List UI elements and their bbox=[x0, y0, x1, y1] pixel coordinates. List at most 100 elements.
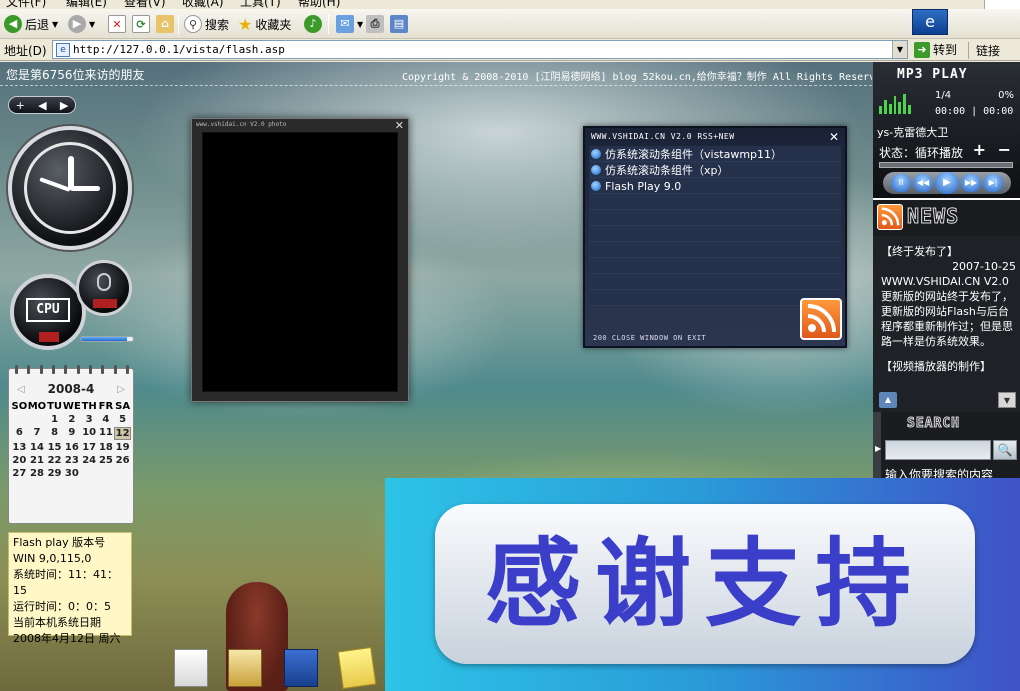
calendar-day[interactable]: 8 bbox=[46, 427, 63, 440]
volume-control[interactable]: + − bbox=[973, 140, 1014, 159]
address-input[interactable]: e http://127.0.0.1/vista/flash.asp ▼ bbox=[52, 40, 908, 59]
calendar-day[interactable]: 28 bbox=[28, 468, 46, 479]
calendar-day[interactable]: 10 bbox=[81, 427, 98, 440]
calendar-today[interactable]: 12 bbox=[114, 427, 131, 440]
play-button[interactable]: ▶ bbox=[935, 172, 959, 194]
forward-button[interactable]: ▶ ▼ bbox=[68, 13, 95, 35]
note-icon[interactable] bbox=[337, 646, 377, 690]
expand-arrow-icon[interactable]: ▶ bbox=[875, 444, 881, 453]
calendar-day[interactable]: 6 bbox=[11, 427, 28, 440]
calendar-day[interactable]: 17 bbox=[81, 442, 98, 453]
fast-forward-button[interactable]: ▶▶ bbox=[961, 174, 981, 192]
calendar-next-button[interactable]: ▷ bbox=[117, 384, 125, 395]
edit-button[interactable]: ▤ bbox=[390, 13, 408, 35]
address-url[interactable]: http://127.0.0.1/vista/flash.asp bbox=[73, 43, 892, 56]
rss-item[interactable]: 仿系统滚动条组件（xp） bbox=[589, 162, 841, 178]
menu-file[interactable]: 文件(F) bbox=[6, 0, 46, 9]
rss-item-label: 仿系统滚动条组件（xp） bbox=[605, 164, 729, 177]
rss-feed-icon[interactable] bbox=[800, 298, 842, 340]
search-title: SEARCH bbox=[907, 416, 960, 432]
mp3-progress-bar[interactable] bbox=[879, 162, 1013, 168]
address-dropdown-icon[interactable]: ▼ bbox=[892, 41, 907, 58]
calendar-day[interactable]: 15 bbox=[46, 442, 63, 453]
next-widget-button[interactable]: ▶ bbox=[60, 99, 68, 112]
home-button[interactable]: ⌂ bbox=[156, 13, 174, 35]
calendar-day[interactable]: 13 bbox=[11, 442, 28, 453]
calendar-day[interactable]: 25 bbox=[98, 455, 115, 466]
menu-view[interactable]: 查看(V) bbox=[124, 0, 166, 9]
calendar-day[interactable]: 23 bbox=[63, 455, 81, 466]
mp3-song: ys-克雷德大卫 bbox=[877, 126, 949, 139]
clock-minute-hand bbox=[70, 186, 100, 191]
media-button[interactable]: ♪ bbox=[304, 13, 322, 35]
news-body: 【终于发布了】 2007-10-25 WWW.VSHIDAI.CN V2.0更新… bbox=[873, 236, 1020, 412]
book-icon[interactable] bbox=[284, 649, 318, 687]
news-headline[interactable]: 【终于发布了】 bbox=[881, 244, 1016, 259]
rss-close-button[interactable]: ✕ bbox=[829, 130, 839, 144]
calendar-day[interactable]: 16 bbox=[63, 442, 81, 453]
add-widget-button[interactable]: + bbox=[16, 99, 25, 112]
back-arrow-icon: ◀ bbox=[4, 15, 22, 33]
calendar-day[interactable]: 9 bbox=[63, 427, 81, 440]
calendar-day[interactable]: 24 bbox=[81, 455, 98, 466]
search-widget: ▶ SEARCH 🔍 输入你要搜索的内容 bbox=[873, 412, 1020, 482]
calendar-day[interactable]: 1 bbox=[46, 414, 63, 425]
usage-bar bbox=[80, 336, 134, 342]
calendar-day[interactable]: 3 bbox=[81, 414, 98, 425]
pause-button[interactable]: II bbox=[891, 174, 911, 192]
page-icon: e bbox=[56, 42, 70, 57]
flash-info-line: WIN 9,0,115,0 bbox=[13, 552, 92, 565]
calendar-day[interactable]: 21 bbox=[28, 455, 46, 466]
go-button[interactable]: ➜ 转到 bbox=[914, 40, 957, 59]
refresh-button[interactable]: ⟳ bbox=[132, 13, 150, 35]
rss-item-label: 仿系统滚动条组件（vistawmp11） bbox=[605, 148, 783, 161]
calendar-day[interactable]: 26 bbox=[114, 455, 131, 466]
microphone-icon bbox=[97, 273, 111, 291]
back-button[interactable]: ◀ 后退 ▼ bbox=[4, 13, 58, 35]
rss-item[interactable]: 仿系统滚动条组件（vistawmp11） bbox=[589, 146, 841, 162]
prev-widget-button[interactable]: ◀ bbox=[38, 99, 46, 112]
calendar-day[interactable]: 4 bbox=[98, 414, 115, 425]
flash-info-line: 运行时间：0：0：5 bbox=[13, 600, 111, 613]
mic-gauge bbox=[76, 260, 132, 316]
news-headline[interactable]: 【视频播放器的制作】 bbox=[881, 359, 1016, 374]
favorites-button[interactable]: ★ 收藏夹 bbox=[238, 13, 291, 35]
menu-favorites[interactable]: 收藏(A) bbox=[182, 0, 224, 9]
stop-button[interactable]: ✕ bbox=[108, 13, 126, 35]
calendar-day[interactable]: 20 bbox=[11, 455, 28, 466]
calendar-day[interactable]: 27 bbox=[11, 468, 28, 479]
calendar-day[interactable]: 5 bbox=[114, 414, 131, 425]
calendar-day[interactable]: 14 bbox=[28, 442, 46, 453]
search-input[interactable] bbox=[885, 440, 991, 460]
calendar-day[interactable]: 29 bbox=[46, 468, 63, 479]
calendar-day[interactable]: 7 bbox=[28, 427, 46, 440]
search-label: 搜索 bbox=[205, 17, 230, 32]
links-button[interactable]: 链接 bbox=[968, 42, 1000, 59]
calendar-day[interactable]: 11 bbox=[98, 427, 115, 440]
rss-item-label: Flash Play 9.0 bbox=[605, 179, 682, 193]
menu-help[interactable]: 帮助(H) bbox=[298, 0, 340, 9]
next-track-button[interactable]: ▶| bbox=[983, 174, 1003, 192]
calendar-day[interactable]: 2 bbox=[63, 414, 81, 425]
search-submit-button[interactable]: 🔍 bbox=[993, 440, 1017, 460]
calendar-day[interactable]: 30 bbox=[63, 468, 81, 479]
mail-button[interactable]: ✉ ▼ bbox=[336, 13, 363, 35]
document-icon[interactable] bbox=[174, 649, 208, 687]
print-button[interactable]: ⎙ bbox=[366, 13, 384, 35]
calendar-day[interactable]: 22 bbox=[46, 455, 63, 466]
calendar-day[interactable]: 19 bbox=[114, 442, 131, 453]
toolbar-separator bbox=[178, 14, 179, 34]
rewind-button[interactable]: ◀◀ bbox=[913, 174, 933, 192]
scroll-up-button[interactable]: ▲ bbox=[879, 392, 897, 408]
rss-item[interactable]: Flash Play 9.0 bbox=[589, 178, 841, 194]
scroll-down-button[interactable]: ▼ bbox=[998, 392, 1016, 408]
menu-edit[interactable]: 编辑(E) bbox=[66, 0, 107, 9]
calendar-day[interactable]: 18 bbox=[98, 442, 115, 453]
folder-icon[interactable] bbox=[228, 649, 262, 687]
photo-close-button[interactable]: ✕ bbox=[395, 119, 404, 132]
go-label: 转到 bbox=[933, 43, 958, 57]
menu-tools[interactable]: 工具(T) bbox=[240, 0, 281, 9]
calendar-prev-button[interactable]: ◁ bbox=[17, 384, 25, 395]
photo-screen bbox=[202, 132, 398, 392]
search-button[interactable]: ⚲ 搜索 bbox=[184, 13, 229, 35]
